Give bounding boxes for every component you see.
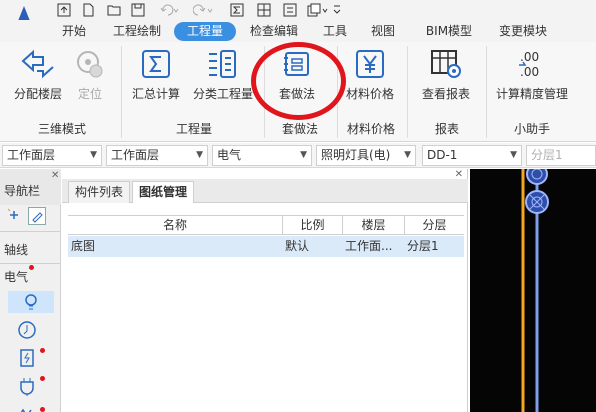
ribbon-separator: [486, 46, 487, 138]
divider: [0, 263, 61, 264]
tab-start[interactable]: 开始: [54, 22, 94, 41]
column-header-name[interactable]: 名称: [68, 216, 282, 235]
tab-bim-model[interactable]: BIM模型: [418, 22, 480, 41]
group-label-assistant: 小助手: [513, 122, 550, 136]
report-icon: [428, 46, 464, 82]
assign-floor-button[interactable]: 分配楼层: [10, 42, 66, 108]
status-dot: [40, 348, 45, 353]
undo-icon[interactable]: [158, 2, 182, 18]
plug-icon[interactable]: [14, 375, 40, 397]
cell-floor: 工作面...: [345, 239, 393, 253]
copy-icon[interactable]: [306, 2, 330, 18]
group-label-quantity: 工程量: [175, 122, 212, 136]
title-bar: [0, 0, 596, 36]
add-icon[interactable]: [6, 207, 22, 223]
tab-drawing[interactable]: 工程绘制: [106, 22, 168, 41]
upload-icon[interactable]: [56, 2, 72, 18]
selector-toolbar: 工作面层 ▼ 工作面层 ▼ 电气 ▼ 照明灯具(电) ▼ DD-1 ▼ 分层1: [0, 143, 596, 168]
precision-mgmt-button[interactable]: .00 .00 计算精度管理: [492, 42, 572, 108]
tab-quantity[interactable]: 工程量: [174, 22, 236, 41]
more-components-icon[interactable]: [14, 401, 40, 412]
component-type-dropdown[interactable]: 照明灯具(电) ▼: [316, 145, 416, 166]
cell-name: 底图: [71, 239, 96, 253]
tab-tools[interactable]: 工具: [318, 22, 352, 41]
svg-text:.00: .00: [520, 65, 539, 79]
panel-tab-strip: 构件列表 图纸管理: [62, 179, 468, 203]
menu-bar: 开始 工程绘制 工程量 检查编辑 工具 视图 BIM模型 变更模块: [0, 20, 596, 42]
apply-method-icon: [279, 46, 315, 82]
ribbon-separator: [337, 46, 338, 138]
column-header-scale[interactable]: 比例: [282, 216, 342, 235]
sum-icon[interactable]: [229, 2, 245, 18]
tab-component-list[interactable]: 构件列表: [68, 181, 131, 203]
socket-icon[interactable]: [14, 319, 40, 341]
group-label-report: 报表: [434, 122, 459, 136]
group-label-apply-method: 套做法: [281, 122, 318, 136]
drawing-canvas[interactable]: [470, 163, 596, 412]
tab-drawing-management[interactable]: 图纸管理: [132, 181, 195, 203]
status-dot: [40, 407, 45, 412]
material-price-button[interactable]: 材料价格: [342, 42, 398, 108]
open-folder-icon[interactable]: [106, 2, 122, 18]
view-report-button[interactable]: 查看报表: [418, 42, 474, 108]
sub-floor-dropdown[interactable]: 工作面层 ▼: [106, 145, 208, 166]
drawing-management-panel: ✕ 构件列表 图纸管理 名称 比例 楼层 分层 底图 默认 工作面... 分层1: [62, 169, 468, 412]
cell-layer: 分层1: [407, 239, 439, 253]
yen-icon: [352, 46, 388, 82]
ribbon-separator: [264, 46, 265, 138]
close-icon[interactable]: ✕: [51, 170, 59, 181]
navigator-title: 导航栏: [4, 184, 41, 198]
group-label-material-price: 材料价格: [346, 122, 395, 136]
list-icon[interactable]: [282, 2, 298, 18]
sigma-icon: [138, 46, 174, 82]
status-dot: [40, 376, 45, 381]
category-quantity-button[interactable]: 分类工程量: [190, 42, 256, 108]
chevron-down-icon: ▼: [300, 150, 307, 160]
grid-icon[interactable]: [256, 2, 272, 18]
tab-change-module[interactable]: 变更模块: [492, 22, 554, 41]
floor-dropdown[interactable]: 工作面层 ▼: [2, 145, 102, 166]
summary-calc-button[interactable]: 汇总计算: [128, 42, 184, 108]
category-list-icon: [205, 46, 241, 82]
chevron-down-icon: ▼: [404, 150, 411, 160]
locate-button[interactable]: 定位: [72, 42, 108, 108]
layer-dropdown[interactable]: 分层1: [526, 145, 596, 166]
assign-floor-icon: [20, 46, 56, 82]
ribbon: 分配楼层 定位 三维模式 汇总计算 分类工程量 工程量 套做法 套做法 材料价格…: [0, 42, 596, 142]
ribbon-separator: [121, 46, 122, 138]
status-dot: [29, 265, 34, 270]
nav-item-electrical[interactable]: 电气: [0, 268, 61, 285]
precision-icon: .00 .00: [514, 46, 550, 82]
cad-drawing: [521, 163, 549, 412]
apply-method-button[interactable]: 套做法: [270, 42, 324, 108]
light-fixture-symbol[interactable]: [526, 163, 548, 185]
chevron-down-icon: ▼: [90, 150, 97, 160]
tab-check-edit[interactable]: 检查编辑: [244, 22, 304, 41]
discipline-dropdown[interactable]: 电气 ▼: [212, 145, 312, 166]
ribbon-separator: [407, 46, 408, 138]
chevron-down-icon: ▼: [196, 150, 203, 160]
nav-item-axis[interactable]: 轴线: [0, 241, 61, 258]
tab-view[interactable]: 视图: [366, 22, 400, 41]
locate-icon: [72, 46, 108, 82]
edit-icon[interactable]: [28, 207, 46, 225]
divider: [0, 231, 61, 232]
svg-text:.00: .00: [520, 50, 539, 64]
column-header-layer[interactable]: 分层: [404, 216, 464, 235]
new-file-icon[interactable]: [80, 2, 96, 18]
group-label-3d-mode: 三维模式: [37, 122, 86, 136]
table-header: 名称 比例 楼层 分层: [68, 215, 464, 235]
cell-scale: 默认: [285, 239, 310, 253]
redo-icon[interactable]: [192, 2, 216, 18]
table-row[interactable]: 底图 默认 工作面... 分层1: [68, 236, 464, 257]
customize-arrow-icon[interactable]: [332, 2, 342, 18]
navigator-panel: 导航栏 ✕ 轴线 电气: [0, 169, 61, 412]
save-icon[interactable]: [130, 2, 146, 18]
chevron-down-icon: ▼: [510, 150, 517, 160]
component-dropdown[interactable]: DD-1 ▼: [422, 145, 522, 166]
distribution-box-icon[interactable]: [14, 347, 40, 369]
light-fixture-icon[interactable]: [8, 291, 54, 313]
column-header-floor[interactable]: 楼层: [342, 216, 404, 235]
